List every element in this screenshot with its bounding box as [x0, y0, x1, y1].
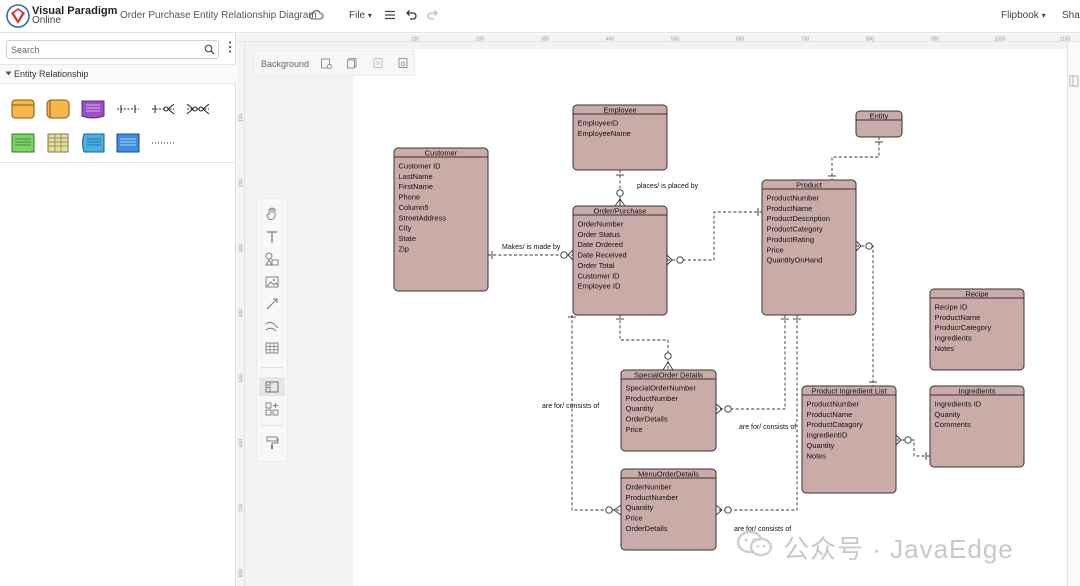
entity-field[interactable]: FirstName [399, 182, 434, 191]
entity-field[interactable]: Notes [807, 451, 827, 460]
entity-field[interactable]: Comments [935, 420, 972, 429]
entity-field[interactable]: Price [626, 425, 643, 434]
entity-field[interactable]: ProductNumber [767, 194, 820, 203]
entity-field[interactable]: Recipe ID [935, 303, 969, 312]
relation-label-places[interactable]: places/ is placed by [637, 183, 699, 190]
connector-product-specialorder[interactable] [715, 315, 789, 415]
connector-order-specialorder[interactable] [616, 315, 674, 371]
entity-field[interactable]: ProductRating [767, 235, 815, 244]
entity-entity[interactable]: Entity [855, 110, 903, 138]
entity-field[interactable]: Quantity [626, 503, 654, 512]
entity-field[interactable]: Ingredients ID [935, 400, 982, 409]
relation-label-are-for[interactable]: are for/ consists of [542, 403, 599, 410]
entity-title[interactable]: Product Ingredient List [811, 386, 887, 395]
entity-field[interactable]: ProducrCategory [935, 323, 992, 332]
connector-entity-product[interactable] [828, 137, 883, 180]
entity-field[interactable]: ProductNumber [626, 493, 679, 502]
entity-field[interactable]: StreetAddress [399, 213, 447, 222]
entity-title[interactable]: Entity [870, 111, 889, 120]
entity-field[interactable]: Ingredients [935, 334, 972, 343]
entity-field[interactable]: OrderNumber [578, 220, 624, 229]
entity-field[interactable]: ProductCatagory [807, 420, 864, 429]
connector-product-ingredientlist[interactable] [855, 240, 877, 386]
entity-field[interactable]: City [399, 224, 412, 233]
entity-field[interactable]: IngredientID [807, 431, 848, 440]
entity-field[interactable]: Column5 [399, 203, 429, 212]
connector-ingredientlist-ingredients[interactable] [895, 434, 930, 460]
relation-label-are-for[interactable]: are for/ consists of [739, 424, 796, 431]
entity-field[interactable]: State [399, 234, 417, 243]
entity-product-ingredient-list[interactable]: Product Ingredient ListProductNumberProd… [801, 385, 897, 494]
entity-field[interactable]: Date Received [578, 251, 627, 260]
entity-field[interactable]: Quantity [807, 441, 835, 450]
entity-title[interactable]: SpecialOrder Details [634, 370, 703, 379]
entity-order-purchase[interactable]: Order/PurchaseOrderNumberOrder StatusDat… [572, 205, 668, 316]
entity-title[interactable]: Recipe [965, 289, 988, 298]
entity-field[interactable]: Order Total [578, 261, 615, 270]
entity-special-order-details[interactable]: SpecialOrder DetailsSpecialOrderNumberPr… [620, 369, 717, 452]
connector-customer-order[interactable] [488, 249, 574, 261]
entity-customer[interactable]: Customer Customer IDLastNameFirstName Phon… [393, 147, 489, 292]
entity-title[interactable]: Employee [603, 105, 636, 114]
entity-field[interactable]: ProductName [935, 313, 981, 322]
entity-field[interactable]: QuantityOnHand [767, 256, 823, 265]
entity-employee[interactable]: Employee EmployeeIDEmployeeName [572, 104, 668, 171]
entity-title[interactable]: Ingredients [958, 386, 995, 395]
relation-label-makes[interactable]: Makes/ is made by [502, 244, 561, 251]
app-window: Visual Paradigm Online Order Purchase En… [0, 0, 1080, 586]
entity-field[interactable]: ProductDescription [767, 214, 830, 223]
entity-field[interactable]: ProductNumber [807, 400, 860, 409]
wechat-icon [736, 530, 773, 557]
entity-field[interactable]: EmployeeName [578, 129, 631, 138]
entity-field[interactable]: Employee ID [578, 282, 622, 291]
entity-field[interactable]: OrderNumber [626, 483, 672, 492]
entity-field[interactable]: ProductCategory [767, 225, 824, 234]
connector-order-product[interactable] [666, 208, 762, 266]
entity-ingredients[interactable]: Ingredients Ingredients IDQuanityComments [929, 385, 1025, 468]
entity-field[interactable]: ProductNumber [626, 394, 679, 403]
entity-field[interactable]: Customer ID [399, 162, 442, 171]
entity-field[interactable]: Price [626, 514, 643, 523]
watermark-text: 公众号 · JavaEdge [783, 534, 1014, 564]
entity-product[interactable]: Product ProductNumberProductNameProductDe… [761, 179, 857, 316]
entity-title[interactable]: Customer [425, 148, 458, 157]
entity-menu-order-details[interactable]: MenuOrderDetails OrderNumberProductNumber… [620, 468, 717, 551]
connector-employee-order[interactable] [614, 170, 626, 207]
entity-field[interactable]: Notes [935, 344, 955, 353]
entity-field[interactable]: Zip [399, 244, 409, 253]
er-diagram: .ent-title { font-size: 7.5px; fill: #11… [393, 104, 1025, 551]
entities: Employee EmployeeIDEmployeeName Entity Cust… [393, 104, 1025, 551]
entity-field[interactable]: ProductName [807, 410, 853, 419]
entity-field[interactable]: Date Ordered [578, 240, 623, 249]
entity-field[interactable]: Phone [399, 193, 421, 202]
entity-field[interactable]: Customer ID [578, 271, 621, 280]
entity-field[interactable]: SpecialOrderNumber [626, 384, 697, 393]
connector-product-menuorder[interactable] [715, 315, 801, 516]
entity-field[interactable]: Quanity [935, 410, 961, 419]
entity-field[interactable]: OrderDetails [626, 415, 668, 424]
entity-title[interactable]: Product [796, 180, 823, 189]
entity-field[interactable]: Price [767, 245, 784, 254]
watermark: 公众号 · JavaEdge [735, 527, 1055, 564]
entity-field[interactable]: Order Status [578, 230, 621, 239]
entity-field[interactable]: EmployeeID [578, 119, 619, 128]
entity-title[interactable]: Order/Purchase [594, 206, 647, 215]
entity-field[interactable]: OrderDetails [626, 524, 668, 533]
entity-field[interactable]: ProductName [767, 204, 813, 213]
entity-field[interactable]: LastName [399, 172, 433, 181]
entity-title[interactable]: MenuOrderDetails [638, 469, 699, 478]
connector-order-menuorder[interactable] [568, 315, 622, 516]
entity-recipe[interactable]: Recipe Recipe IDProductNameProducrCategor… [929, 288, 1025, 371]
entity-field[interactable]: Quantity [626, 404, 654, 413]
